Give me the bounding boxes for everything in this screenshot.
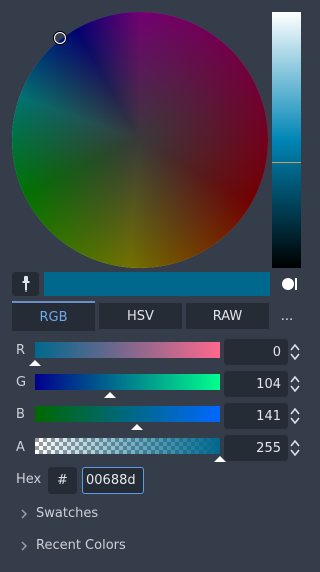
chevron-right-icon	[21, 508, 28, 519]
tab-hsv[interactable]: HSV	[99, 303, 182, 329]
slider-knob-r[interactable]	[29, 360, 41, 366]
spinbox-a[interactable]: 255	[224, 435, 288, 461]
spin-arrows-icon[interactable]	[289, 342, 301, 362]
eyedropper-button[interactable]	[12, 272, 39, 296]
spin-arrows-icon[interactable]	[289, 374, 301, 394]
sample-toggle-icon	[282, 278, 297, 290]
slider-b[interactable]	[35, 406, 220, 422]
eyedropper-icon	[22, 276, 29, 292]
spinbox-g[interactable]: 104	[224, 371, 288, 397]
spinbox-b[interactable]: 141	[224, 403, 288, 429]
slider-knob-g[interactable]	[104, 392, 117, 398]
recent-colors-section[interactable]: Recent Colors	[20, 538, 126, 553]
slider-r[interactable]	[35, 342, 220, 358]
value-marker[interactable]	[272, 162, 301, 163]
hex-label: Hex	[16, 472, 42, 487]
more-options-button[interactable]: ...	[273, 303, 301, 329]
hex-hash-toggle[interactable]: #	[48, 467, 77, 494]
color-wheel[interactable]	[12, 12, 268, 268]
value-strip[interactable]	[272, 12, 301, 268]
slider-knob-b[interactable]	[131, 424, 144, 430]
hex-input[interactable]	[82, 467, 144, 494]
slider-a[interactable]	[35, 438, 220, 454]
chevron-right-icon	[21, 540, 28, 551]
swatches-label: Swatches	[36, 506, 99, 521]
channel-label-g: G	[16, 375, 27, 390]
spin-arrows-icon[interactable]	[289, 406, 301, 426]
sample-toggle[interactable]	[280, 276, 298, 292]
recent-colors-label: Recent Colors	[36, 538, 126, 553]
color-preview	[44, 272, 270, 296]
spinbox-r[interactable]: 0	[224, 339, 288, 365]
channel-label-b: B	[16, 407, 25, 422]
wheel-cursor[interactable]	[54, 32, 66, 44]
spin-arrows-icon[interactable]	[289, 438, 301, 458]
swatches-section[interactable]: Swatches	[20, 506, 98, 521]
tab-raw[interactable]: RAW	[186, 303, 269, 329]
channel-label-r: R	[16, 343, 26, 358]
channel-label-a: A	[16, 440, 25, 455]
tab-rgb[interactable]: RGB	[12, 301, 95, 331]
slider-g[interactable]	[35, 374, 220, 390]
